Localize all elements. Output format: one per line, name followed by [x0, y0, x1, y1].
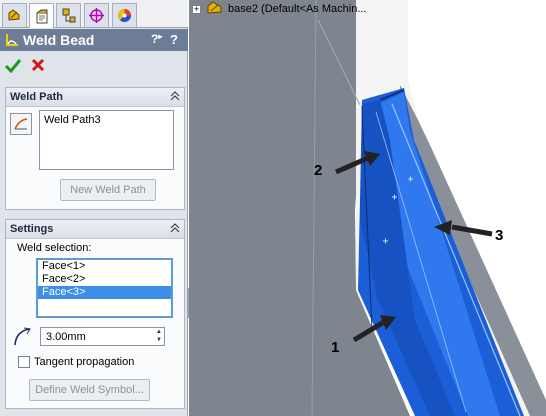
- bead-size-value[interactable]: 3.00mm: [46, 331, 86, 343]
- appearance-pie-icon: [118, 9, 131, 22]
- face-item[interactable]: Face<1>: [38, 260, 171, 273]
- green-check-icon: [4, 59, 22, 74]
- configuration-tab[interactable]: [56, 3, 81, 27]
- weld-path-icon: [14, 118, 28, 130]
- face-item[interactable]: Face<2>: [38, 273, 171, 286]
- model-view[interactable]: [189, 0, 546, 416]
- ok-button[interactable]: [4, 57, 22, 76]
- callout-label-3: 3: [495, 227, 504, 244]
- feature-tab[interactable]: [29, 3, 54, 28]
- weld-path-selector-button[interactable]: [10, 113, 32, 135]
- display-tab[interactable]: [112, 3, 137, 27]
- property-manager-icon: [36, 9, 48, 23]
- stepper-arrows[interactable]: ▲ ▼: [154, 328, 164, 345]
- red-x-icon: [31, 58, 45, 72]
- property-manager-panel: Weld Bead ?▸ ? Weld Path Weld Path3 New …: [0, 0, 188, 416]
- tangent-propagation-label: Tangent propagation: [34, 356, 135, 368]
- weld-selection-list[interactable]: Face<1> Face<2> Face<3>: [36, 258, 173, 318]
- cancel-button[interactable]: [30, 57, 46, 76]
- settings-title: Settings: [10, 223, 54, 235]
- define-weld-symbol-button[interactable]: Define Weld Symbol...: [29, 379, 150, 401]
- settings-header[interactable]: Settings: [6, 220, 184, 239]
- weld-path-title: Weld Path: [10, 91, 63, 103]
- part-icon[interactable]: [206, 1, 224, 16]
- feature-manager-icon: [8, 9, 20, 21]
- dimxpert-tab[interactable]: [84, 3, 109, 27]
- tangent-propagation-checkbox[interactable]: [18, 356, 30, 368]
- panel-title: Weld Bead: [23, 32, 95, 48]
- property-manager-tab[interactable]: [2, 3, 27, 27]
- collapse-chevron-icon[interactable]: [170, 223, 180, 233]
- feature-tree-node[interactable]: base2 (Default<As Machin...: [228, 3, 367, 15]
- panel-tab-strip: [0, 0, 188, 28]
- new-weld-path-button[interactable]: New Weld Path: [60, 179, 156, 201]
- callout-label-1: 1: [331, 339, 340, 356]
- weld-path-group: Weld Path Weld Path3 New Weld Path: [5, 87, 185, 210]
- collapse-chevron-icon[interactable]: [170, 91, 180, 101]
- whats-new-icon[interactable]: ?: [170, 32, 178, 47]
- weld-path-item[interactable]: Weld Path3: [40, 111, 173, 129]
- weld-path-list[interactable]: Weld Path3: [39, 110, 174, 170]
- configuration-manager-icon: [62, 8, 76, 23]
- graphics-area[interactable]: [189, 0, 546, 416]
- weld-bead-icon: [6, 34, 18, 46]
- weld-path-header[interactable]: Weld Path: [6, 88, 184, 107]
- crosshair-target-icon: [89, 8, 104, 23]
- face-item-selected[interactable]: Face<3>: [38, 286, 171, 299]
- bead-size-stepper[interactable]: 3.00mm ▲ ▼: [40, 327, 165, 346]
- help-icon[interactable]: ?▸: [151, 32, 162, 46]
- tree-expand-icon[interactable]: +: [192, 5, 201, 14]
- bead-size-icon: [14, 327, 31, 346]
- panel-title-bar: Weld Bead ?▸ ?: [0, 29, 188, 51]
- callout-label-2: 2: [314, 162, 323, 179]
- weld-selection-label: Weld selection:: [17, 242, 92, 254]
